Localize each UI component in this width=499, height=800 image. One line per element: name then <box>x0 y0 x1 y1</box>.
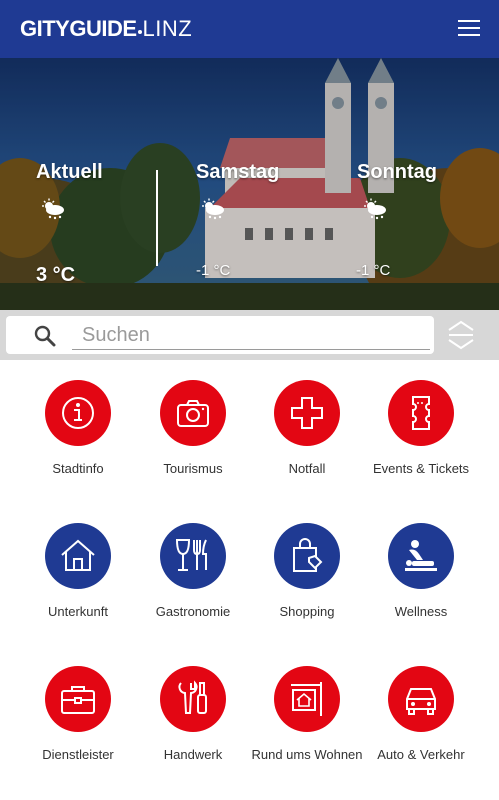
logo-dot <box>137 30 142 34</box>
camera-icon <box>177 400 209 427</box>
briefcase-icon <box>61 686 95 714</box>
category-label: Shopping <box>279 604 335 619</box>
tools-icon <box>178 680 207 714</box>
search-bar <box>0 310 499 360</box>
category-stadtinfo[interactable]: Stadtinfo <box>20 380 140 510</box>
category-icon-circle <box>45 666 111 732</box>
category-icon-circle <box>45 523 111 589</box>
search-box <box>6 316 434 354</box>
car-icon <box>406 688 436 715</box>
house-icon <box>61 539 95 571</box>
weather-hero: Aktuell 3 °C Samstag -1 °C Sonntag -1 °C <box>0 58 499 310</box>
expand-collapse-icon[interactable] <box>444 318 478 352</box>
logo-brand: GITYGUIDE <box>20 16 137 41</box>
category-label: Wellness <box>394 604 448 619</box>
cross-icon <box>291 397 323 429</box>
weather-saturday: Samstag -1 °C <box>158 58 328 310</box>
category-label: Notfall <box>288 461 326 476</box>
cloud-sun-snow-icon <box>42 198 64 220</box>
app-logo[interactable]: GITYGUIDE LINZ <box>20 16 192 42</box>
category-icon-circle <box>274 666 340 732</box>
massage-icon <box>405 540 437 571</box>
category-label: Tourismus <box>163 461 223 476</box>
top-bar: GITYGUIDE LINZ <box>0 0 499 58</box>
category-handwerk[interactable]: Handwerk <box>135 666 255 796</box>
category-dienstleister[interactable]: Dienstleister <box>20 666 140 796</box>
cloud-sun-snow-icon <box>202 198 224 220</box>
category-label: Handwerk <box>163 747 223 762</box>
category-icon-circle <box>274 380 340 446</box>
search-icon[interactable] <box>34 325 56 347</box>
weather-temperature: -1 °C <box>356 262 391 279</box>
info-icon <box>62 397 94 429</box>
weather-day-label: Aktuell <box>36 161 103 183</box>
category-rund-ums-wohnen[interactable]: Rund ums Wohnen <box>249 666 369 796</box>
cloud-sun-snow-icon <box>364 198 386 220</box>
category-notfall[interactable]: Notfall <box>249 380 369 510</box>
logo-city: LINZ <box>142 16 193 41</box>
category-label: Unterkunft <box>48 604 108 619</box>
wine-cutlery-icon <box>175 539 207 571</box>
category-wellness[interactable]: Wellness <box>363 523 483 653</box>
category-icon-circle <box>160 523 226 589</box>
category-label: Dienstleister <box>42 747 114 762</box>
category-label: Gastronomie <box>155 604 231 619</box>
category-label: Auto & Verkehr <box>377 747 465 762</box>
weather-day-label: Sonntag <box>357 161 437 183</box>
house-sign-icon <box>291 682 322 716</box>
shopping-bag-icon <box>293 538 323 572</box>
category-tourismus[interactable]: Tourismus <box>135 380 255 510</box>
category-unterkunft[interactable]: Unterkunft <box>20 523 140 653</box>
category-label: Events & Tickets <box>372 461 470 476</box>
category-events-tickets[interactable]: Events & Tickets <box>363 380 483 510</box>
search-input[interactable] <box>72 322 430 350</box>
weather-sunday: Sonntag -1 °C <box>328 58 499 310</box>
category-icon-circle <box>274 523 340 589</box>
category-gastronomie[interactable]: Gastronomie <box>135 523 255 653</box>
category-icon-circle <box>388 666 454 732</box>
category-icon-circle <box>160 380 226 446</box>
category-shopping[interactable]: Shopping <box>249 523 369 653</box>
category-label: Stadtinfo <box>52 461 104 476</box>
weather-temperature: 3 °C <box>36 264 76 286</box>
category-icon-circle <box>388 380 454 446</box>
category-auto-verkehr[interactable]: Auto & Verkehr <box>363 666 483 796</box>
hamburger-menu-icon[interactable] <box>458 20 480 38</box>
category-icon-circle <box>388 523 454 589</box>
category-icon-circle <box>45 380 111 446</box>
weather-day-label: Samstag <box>196 161 280 183</box>
ticket-icon <box>412 396 430 430</box>
category-label: Rund ums Wohnen <box>251 747 363 762</box>
weather-temperature: -1 °C <box>196 262 231 279</box>
weather-today: Aktuell 3 °C <box>0 58 156 310</box>
category-icon-circle <box>160 666 226 732</box>
